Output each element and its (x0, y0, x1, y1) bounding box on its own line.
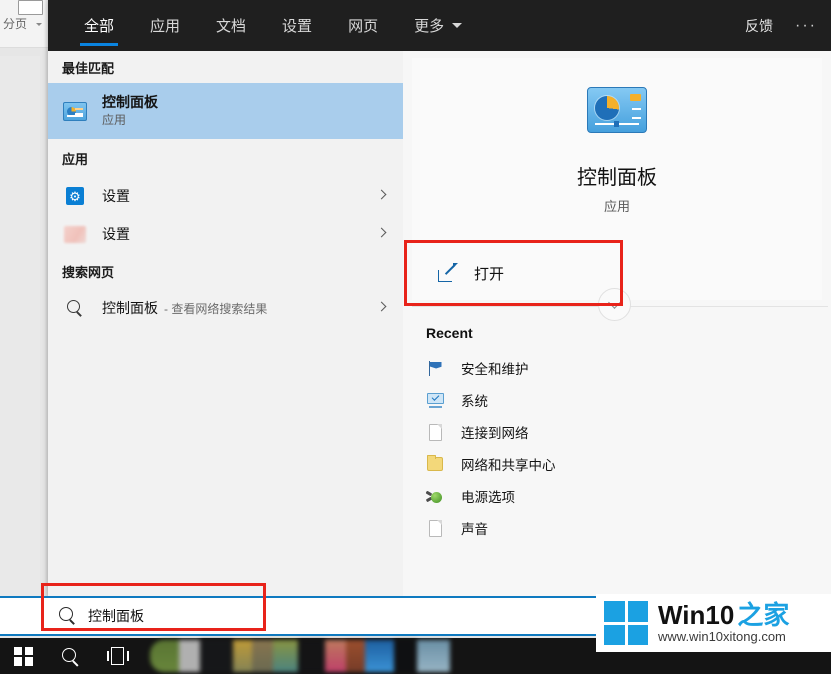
taskbar-pinned-apps[interactable] (150, 640, 450, 672)
chevron-right-icon[interactable] (376, 301, 387, 312)
recent-item-sound[interactable]: 声音 (409, 512, 819, 544)
open-external-icon (438, 264, 458, 282)
screenshot-root: 分页 页码: 2 全部 应用 文档 设置 网页 (0, 0, 831, 674)
more-options-icon[interactable]: ··· (795, 17, 817, 35)
watermark-text: Win10 之家 www.win10xitong.com (658, 601, 789, 645)
tab-all[interactable]: 全部 (66, 0, 132, 51)
result-title: 设置 (102, 225, 130, 242)
recent-item-label: 连接到网络 (461, 426, 529, 441)
power-plug-icon (425, 487, 444, 505)
control-panel-icon (62, 98, 88, 124)
result-text: 控制面板 应用 (102, 94, 158, 128)
recent-item-label: 安全和维护 (461, 362, 529, 377)
apps-header: 应用 (62, 151, 89, 167)
preview-subtitle: 应用 (603, 199, 630, 214)
watermark-brand-main: Win10 (658, 600, 735, 630)
recent-item-power-options[interactable]: 电源选项 (409, 480, 819, 512)
tab-apps[interactable]: 应用 (132, 0, 198, 51)
search-icon (62, 295, 88, 321)
windows-logo-icon (14, 646, 33, 666)
monitor-icon (426, 391, 444, 409)
watermark-brand: Win10 之家 (658, 601, 789, 629)
tab-web-label: 网页 (348, 18, 379, 35)
task-view-icon (106, 647, 129, 665)
folder-icon (426, 455, 444, 473)
chevron-down-icon (608, 296, 621, 309)
chevron-right-icon[interactable] (376, 189, 387, 200)
tab-more-label: 更多 (414, 18, 445, 35)
tab-more[interactable]: 更多 (396, 0, 480, 51)
watermark-brand-suffix: 之家 (737, 600, 790, 630)
open-action-label: 打开 (474, 265, 505, 283)
search-icon (59, 607, 77, 625)
result-title: 控制面板 (102, 299, 158, 316)
preview-title: 控制面板 (577, 167, 657, 189)
tab-documents[interactable]: 文档 (198, 0, 264, 51)
tab-apps-label: 应用 (150, 18, 181, 35)
feedback-button[interactable]: 反馈 (745, 16, 773, 36)
recent-header: Recent (426, 325, 473, 341)
search-input[interactable] (88, 608, 388, 624)
document-icon (426, 423, 444, 441)
control-panel-icon (587, 87, 647, 133)
result-best-match-control-panel[interactable]: 控制面板 应用 (48, 83, 403, 139)
recent-item-label: 声音 (461, 522, 488, 537)
result-app-settings-1[interactable]: ⚙ 设置 (48, 177, 403, 215)
background-document-page (0, 56, 40, 596)
document-icon (426, 519, 444, 537)
search-icon (61, 647, 80, 666)
result-app-settings-2[interactable]: 设置 (48, 215, 403, 253)
watermark: Win10 之家 www.win10xitong.com (596, 594, 831, 652)
result-title: 设置 (102, 187, 130, 204)
result-subtitle: 应用 (102, 113, 127, 127)
topbar-right-actions: 反馈 ··· (745, 0, 817, 51)
flag-icon (426, 359, 444, 377)
watermark-url: www.win10xitong.com (658, 629, 786, 644)
blurred-app-icon (62, 221, 88, 247)
search-topbar: 全部 应用 文档 设置 网页 更多 反馈 ··· (48, 0, 831, 51)
result-web-control-panel[interactable]: 控制面板 - 查看网络搜索结果 (48, 289, 403, 327)
start-button[interactable] (0, 638, 47, 674)
recent-item-label: 网络和共享中心 (461, 458, 556, 473)
recent-item-label: 电源选项 (461, 490, 515, 505)
taskbar-search-button[interactable] (47, 638, 94, 674)
recent-item-network-sharing[interactable]: 网络和共享中心 (409, 448, 819, 480)
recent-item-label: 系统 (461, 394, 488, 409)
recent-item-connect-network[interactable]: 连接到网络 (409, 416, 819, 448)
windows-logo-icon (604, 601, 648, 645)
search-tabs: 全部 应用 文档 设置 网页 更多 (66, 0, 480, 51)
expand-collapse-button[interactable] (598, 288, 631, 321)
best-match-header: 最佳匹配 (62, 60, 115, 76)
tab-settings[interactable]: 设置 (264, 0, 330, 51)
chevron-right-icon[interactable] (376, 227, 387, 238)
result-suffix: - 查看网络搜索结果 (164, 301, 268, 316)
chevron-down-icon (36, 23, 42, 26)
gear-icon: ⚙ (62, 183, 88, 209)
recent-item-system[interactable]: 系统 (409, 384, 819, 416)
background-toolbar-button[interactable] (18, 0, 43, 15)
recent-list: 安全和维护 系统 连接到网络 网络和共享中心 电源选项 声音 (409, 352, 819, 544)
chevron-down-icon (452, 23, 463, 28)
recent-item-security[interactable]: 安全和维护 (409, 352, 819, 384)
result-title: 控制面板 (102, 94, 158, 110)
tab-web[interactable]: 网页 (330, 0, 396, 51)
tab-settings-label: 设置 (282, 18, 313, 35)
tab-all-label: 全部 (84, 18, 115, 35)
task-view-button[interactable] (94, 638, 141, 674)
web-search-header: 搜索网页 (62, 264, 115, 280)
tab-documents-label: 文档 (216, 18, 247, 35)
search-results-column: 最佳匹配 控制面板 应用 应用 ⚙ 设置 设置 搜索网页 控制面板 - 查看网络… (48, 51, 403, 596)
